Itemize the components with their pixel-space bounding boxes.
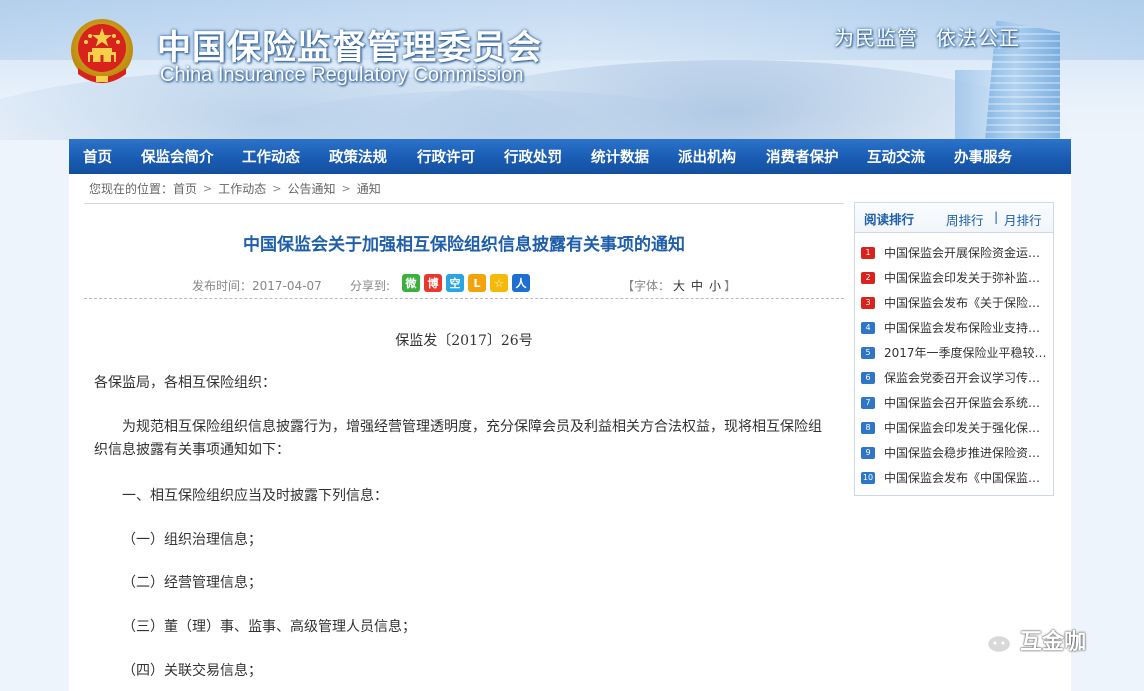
nav-item-policies[interactable]: 政策法规: [329, 146, 417, 167]
article-meta: 发布时间：2017-04-07 分享到: 微 博 空 L ☆ 人 【字体：大中小…: [84, 274, 844, 296]
breadcrumb-notices[interactable]: 公告通知: [287, 180, 335, 197]
article-paragraph: （一）组织治理信息；: [122, 532, 262, 548]
ranking-item-title[interactable]: 中国保监会稳步推进保险资…: [884, 444, 1046, 461]
article-paragraph: 为规范相互保险组织信息披露行为，增强经营管理透明度，充分保障会员及利益相关方合法…: [94, 419, 822, 458]
ranking-tabs: 阅读排行 周排行 | 月排行: [855, 203, 1053, 233]
font-label-close: 】: [724, 279, 737, 293]
ranking-item[interactable]: 2 中国保监会印发关于弥补监…: [861, 265, 1051, 290]
share-label: 分享到:: [350, 279, 391, 293]
reading-ranking-panel: 阅读排行 周排行 | 月排行 1 中国保监会开展保险资金运… 2 中国保监会印发关于…: [854, 202, 1054, 496]
rank-badge: 9: [861, 446, 875, 459]
article-paragraph: （二）经营管理信息；: [122, 575, 262, 591]
rank-badge: 8: [861, 421, 875, 434]
ranking-item[interactable]: 5 2017年一季度保险业平稳较…: [861, 340, 1051, 365]
renren-icon[interactable]: L: [468, 274, 486, 292]
nav-item-about[interactable]: 保监会简介: [141, 146, 242, 167]
breadcrumb-prefix: 您现在的位置：: [89, 182, 174, 196]
ranking-item[interactable]: 7 中国保监会召开保监会系统…: [861, 390, 1051, 415]
qq-icon[interactable]: ☆: [490, 274, 508, 292]
nav-item-interaction[interactable]: 互动交流: [867, 146, 954, 167]
tab-separator: |: [994, 209, 999, 224]
article-paragraph: 一、相互保险组织应当及时披露下列信息：: [122, 488, 388, 504]
nav-item-home[interactable]: 首页: [83, 146, 141, 167]
nav-item-branches[interactable]: 派出机构: [678, 146, 766, 167]
ranking-item[interactable]: 4 中国保监会发布保险业支持…: [861, 315, 1051, 340]
site-title-cn: 中国保险监督管理委员会: [157, 28, 542, 68]
ranking-list: 1 中国保监会开展保险资金运… 2 中国保监会印发关于弥补监… 3 中国保监会发布《关…: [861, 240, 1051, 490]
rank-badge: 3: [861, 296, 875, 309]
rank-badge: 5: [861, 346, 875, 359]
weibo-icon[interactable]: 博: [424, 274, 442, 292]
tab-reading-rank[interactable]: 阅读排行: [864, 209, 914, 228]
rank-badge: 1: [861, 246, 875, 259]
ranking-item-title[interactable]: 中国保监会召开保监会系统…: [884, 394, 1046, 411]
chevron-right-icon: >: [203, 182, 213, 195]
nav-item-admin-license[interactable]: 行政许可: [417, 146, 504, 167]
ranking-item[interactable]: 9 中国保监会稳步推进保险资…: [861, 440, 1051, 465]
font-size-small[interactable]: 小: [709, 279, 721, 293]
chevron-right-icon: >: [341, 182, 351, 195]
ranking-item-title[interactable]: 中国保监会开展保险资金运…: [884, 244, 1046, 261]
ranking-item[interactable]: 3 中国保监会发布《关于保险…: [861, 290, 1051, 315]
nav-item-statistics[interactable]: 统计数据: [591, 146, 678, 167]
ranking-item-title[interactable]: 保监会党委召开会议学习传…: [884, 369, 1046, 386]
ranking-item-title[interactable]: 中国保监会印发关于强化保…: [884, 419, 1046, 436]
rank-badge: 4: [861, 321, 875, 334]
ranking-item-title[interactable]: 中国保监会印发关于弥补监…: [884, 269, 1046, 286]
national-emblem-icon[interactable]: [68, 14, 136, 90]
ranking-item-title[interactable]: 中国保监会发布《关于保险…: [884, 294, 1046, 311]
article-title: 中国保监会关于加强相互保险组织信息披露有关事项的通知: [243, 235, 685, 255]
article-greeting: 各保监局，各相互保险组织：: [94, 375, 276, 391]
divider: [84, 298, 844, 299]
main-content: 您现在的位置： 首页 > 工作动态 > 公告通知 > 通知 中国保监会关于加强相…: [69, 174, 1071, 691]
breadcrumb-home[interactable]: 首页: [173, 180, 197, 197]
tab-weekly-rank[interactable]: 周排行: [946, 210, 984, 229]
nav-item-consumer-protection[interactable]: 消费者保护: [766, 146, 867, 167]
breadcrumb-notice[interactable]: 通知: [357, 180, 381, 197]
breadcrumb: 您现在的位置： 首页 > 工作动态 > 公告通知 > 通知: [89, 180, 381, 197]
slogan-part: 依法公正: [936, 26, 1020, 50]
wechat-icon[interactable]: 微: [402, 274, 420, 292]
nav-item-services[interactable]: 办事服务: [954, 146, 1034, 167]
main-nav: 首页 保监会简介 工作动态 政策法规 行政许可 行政处罚 统计数据 派出机构 消…: [69, 139, 1071, 174]
article-paragraph: （四）关联交易信息；: [122, 663, 262, 679]
site-slogan: 为民监管 依法公正: [834, 22, 1020, 51]
article-paragraph: （三）董（理）事、监事、高级管理人员信息；: [122, 619, 416, 635]
font-size-large[interactable]: 大: [673, 279, 685, 293]
nav-item-work-news[interactable]: 工作动态: [242, 146, 329, 167]
rank-badge: 10: [861, 471, 875, 484]
watermark-text: 互金咖: [1020, 630, 1087, 655]
rank-badge: 2: [861, 271, 875, 284]
qzone-icon[interactable]: 空: [446, 274, 464, 292]
header-banner: 中国保险监督管理委员会 China Insurance Regulatory C…: [0, 0, 1144, 140]
ranking-item[interactable]: 8 中国保监会印发关于强化保…: [861, 415, 1051, 440]
ranking-item-title[interactable]: 中国保监会发布《中国保监…: [884, 469, 1046, 486]
rank-badge: 7: [861, 396, 875, 409]
site-title-en: China Insurance Regulatory Commission: [160, 64, 524, 86]
wechat-watermark-icon: [971, 625, 1013, 655]
font-size-medium[interactable]: 中: [691, 279, 703, 293]
ranking-item[interactable]: 1 中国保监会开展保险资金运…: [861, 240, 1051, 265]
publish-date: 发布时间：2017-04-07: [192, 279, 322, 293]
nav-item-admin-penalty[interactable]: 行政处罚: [504, 146, 591, 167]
font-label-open: 【字体：: [622, 279, 671, 293]
chevron-right-icon: >: [272, 182, 282, 195]
divider: [84, 203, 844, 204]
watermark: 互金咖: [970, 624, 1086, 656]
rank-badge: 6: [861, 371, 875, 384]
tab-monthly-rank[interactable]: 月排行: [1004, 210, 1042, 229]
slogan-part: 为民监管: [834, 26, 918, 50]
people-icon[interactable]: 人: [512, 274, 530, 292]
ranking-item[interactable]: 6 保监会党委召开会议学习传…: [861, 365, 1051, 390]
ranking-item[interactable]: 10 中国保监会发布《中国保监…: [861, 465, 1051, 490]
document-number: 保监发〔2017〕26号: [395, 333, 533, 349]
ranking-item-title[interactable]: 2017年一季度保险业平稳较…: [884, 344, 1046, 361]
share-icons: 微 博 空 L ☆ 人: [402, 274, 530, 292]
font-size-switcher: 【字体：大中小】: [622, 277, 736, 294]
ranking-item-title[interactable]: 中国保监会发布保险业支持…: [884, 319, 1046, 336]
breadcrumb-work-news[interactable]: 工作动态: [218, 180, 266, 197]
